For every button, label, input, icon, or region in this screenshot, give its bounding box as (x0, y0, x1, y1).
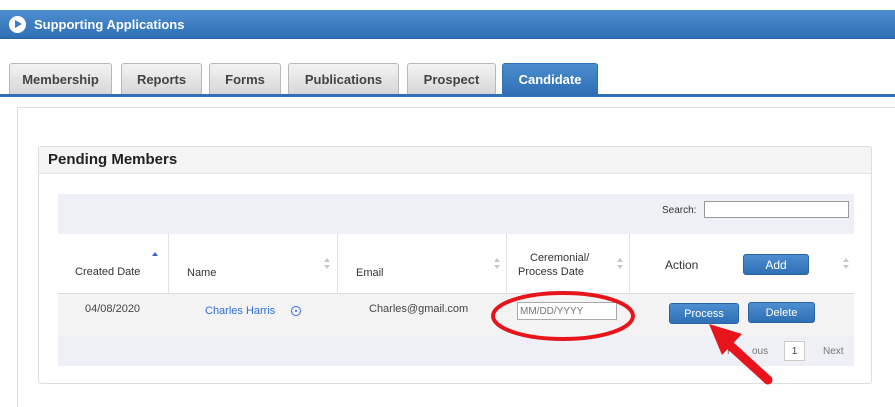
column-action: Action Add (630, 234, 854, 294)
process-date-input[interactable] (517, 302, 617, 320)
member-name-link[interactable]: Charles Harris (205, 305, 275, 317)
tab-membership[interactable]: Membership (9, 63, 112, 94)
sort-ascending-icon[interactable] (152, 252, 158, 264)
column-label: Created Date (75, 266, 141, 278)
tab-publications[interactable]: Publications (288, 63, 399, 94)
created-date-cell: 04/08/2020 (85, 303, 141, 315)
search-input[interactable] (704, 201, 849, 218)
sort-icon[interactable] (843, 258, 849, 270)
email-cell: Charles@gmail.com (369, 303, 469, 315)
column-label: Process Date (518, 266, 585, 278)
play-circle-icon[interactable] (9, 15, 26, 33)
delete-button[interactable]: Delete (748, 302, 815, 323)
add-button[interactable]: Add (743, 254, 809, 275)
previous-link-end[interactable]: ous (752, 346, 768, 357)
tab-reports[interactable]: Reports (121, 63, 202, 94)
search-label: Search: (662, 205, 697, 216)
column-email[interactable]: Email (338, 234, 507, 294)
info-icon[interactable] (291, 306, 301, 316)
app-title: Supporting Applications (34, 16, 185, 32)
column-name[interactable]: Name (169, 234, 338, 294)
column-process-date[interactable]: Ceremonial/ Process Date (507, 234, 630, 294)
table-header: Created Date Name Email Ceremonial/ Proc… (58, 234, 854, 294)
tab-candidate[interactable]: Candidate (502, 63, 598, 94)
app-header[interactable]: Supporting Applications (0, 10, 895, 39)
sort-icon[interactable] (494, 258, 500, 270)
panel-header: Pending Members (39, 147, 871, 174)
sort-icon[interactable] (617, 258, 623, 270)
column-label: Ceremonial/ (530, 252, 590, 264)
panel-title: Pending Members (48, 151, 178, 168)
column-created-date[interactable]: Created Date (58, 234, 169, 294)
column-label: Name (187, 267, 217, 279)
tab-forms[interactable]: Forms (209, 63, 281, 94)
column-label: Action (665, 258, 699, 272)
column-label: Email (356, 267, 384, 279)
tab-bar: Membership Reports Forms Publications Pr… (0, 63, 895, 96)
tab-underline (0, 94, 895, 97)
tab-prospect[interactable]: Prospect (407, 63, 496, 94)
page-number-button[interactable]: 1 (784, 341, 805, 361)
next-link[interactable]: Next (823, 346, 844, 357)
previous-link-start[interactable]: Pre (727, 346, 743, 357)
sort-icon[interactable] (324, 258, 330, 270)
process-button[interactable]: Process (669, 303, 739, 324)
